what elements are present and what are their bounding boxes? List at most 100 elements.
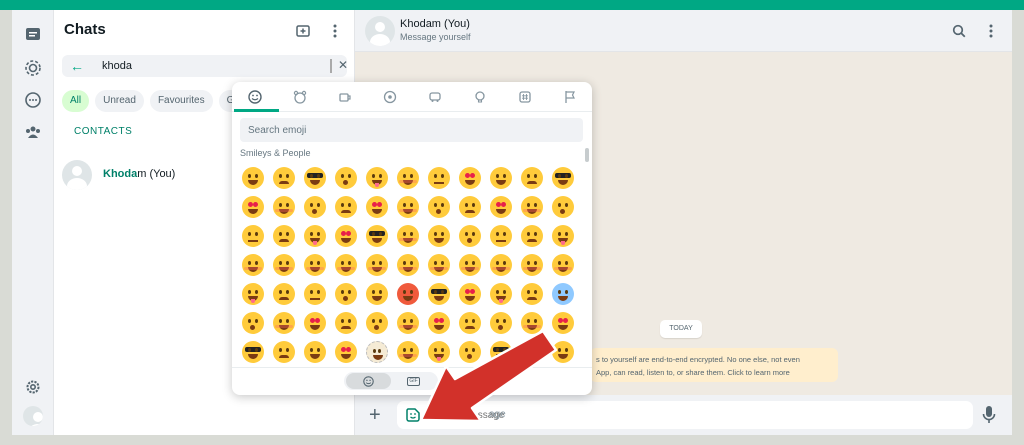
emoji-button[interactable] <box>363 193 391 220</box>
filter-chip-all[interactable]: All <box>62 90 90 112</box>
emoji-button[interactable] <box>394 309 422 336</box>
gif-tab-button[interactable]: GIF <box>391 373 436 389</box>
channels-icon[interactable] <box>21 88 45 112</box>
encryption-notice[interactable]: s to yourself are end-to-end encrypted. … <box>590 348 838 382</box>
conversation-avatar[interactable] <box>365 16 395 46</box>
emoji-button[interactable] <box>363 251 391 278</box>
emoji-button[interactable] <box>363 309 391 336</box>
emoji-button[interactable] <box>332 309 360 336</box>
emoji-button[interactable] <box>549 309 577 336</box>
menu-icon[interactable] <box>326 22 344 40</box>
emoji-button[interactable] <box>301 309 329 336</box>
emoji-button[interactable] <box>239 338 267 364</box>
emoji-button[interactable] <box>425 164 453 191</box>
emoji-button[interactable] <box>301 222 329 249</box>
emoji-button[interactable] <box>518 193 546 220</box>
new-chat-icon[interactable] <box>294 22 312 40</box>
status-icon[interactable] <box>21 56 45 80</box>
emoji-button[interactable] <box>332 164 360 191</box>
message-input[interactable] <box>431 407 951 423</box>
emoji-button[interactable] <box>270 280 298 307</box>
search-icon[interactable] <box>950 22 968 40</box>
emoji-button[interactable] <box>456 280 484 307</box>
emoji-button[interactable] <box>549 280 577 307</box>
filter-chip-unread[interactable]: Unread <box>95 90 144 112</box>
emoji-button[interactable] <box>487 222 515 249</box>
emoji-button[interactable] <box>332 280 360 307</box>
emoji-button[interactable] <box>487 251 515 278</box>
objects-icon[interactable] <box>470 88 490 106</box>
chat-search-input[interactable] <box>102 58 312 74</box>
clear-search-icon[interactable]: ✕ <box>338 58 348 72</box>
emoji-button[interactable] <box>270 338 298 364</box>
conversation-header[interactable]: Khodam (You) Message yourself <box>355 10 1012 52</box>
emoji-button[interactable] <box>301 251 329 278</box>
travel-icon[interactable] <box>425 88 445 106</box>
emoji-button[interactable] <box>456 251 484 278</box>
emoji-button[interactable] <box>425 338 453 364</box>
emoji-button[interactable] <box>518 338 546 364</box>
emoji-button[interactable] <box>549 222 577 249</box>
emoji-button[interactable] <box>425 193 453 220</box>
attach-plus-icon[interactable]: + <box>369 403 381 427</box>
emoji-scrollbar[interactable] <box>585 148 589 162</box>
emoji-button[interactable] <box>518 222 546 249</box>
conversation-menu-icon[interactable] <box>982 22 1000 40</box>
emoji-button[interactable] <box>425 309 453 336</box>
emoji-button[interactable] <box>363 164 391 191</box>
settings-icon[interactable] <box>21 375 45 399</box>
emoji-button[interactable] <box>518 280 546 307</box>
emoji-button[interactable] <box>394 222 422 249</box>
emoji-button[interactable] <box>456 338 484 364</box>
emoji-button[interactable] <box>301 338 329 364</box>
emoji-button[interactable] <box>301 280 329 307</box>
emoji-button[interactable] <box>270 309 298 336</box>
emoji-button[interactable] <box>456 193 484 220</box>
emoji-button[interactable] <box>332 222 360 249</box>
emoji-button[interactable] <box>239 309 267 336</box>
emoji-button[interactable] <box>487 193 515 220</box>
emoji-button[interactable] <box>549 338 577 364</box>
emoji-button[interactable] <box>394 338 422 364</box>
emoji-button[interactable] <box>270 251 298 278</box>
emoji-button[interactable] <box>394 280 422 307</box>
emoji-button[interactable] <box>456 222 484 249</box>
symbols-icon[interactable] <box>515 88 535 106</box>
profile-avatar[interactable] <box>21 404 45 428</box>
emoji-button[interactable] <box>487 338 515 364</box>
emoji-button[interactable] <box>549 164 577 191</box>
emoji-button[interactable] <box>239 193 267 220</box>
emoji-button[interactable] <box>332 193 360 220</box>
chats-icon[interactable] <box>21 22 45 46</box>
emoji-button[interactable] <box>270 193 298 220</box>
smileys-icon[interactable] <box>245 88 265 106</box>
emoji-button[interactable] <box>549 193 577 220</box>
emoji-button[interactable] <box>425 251 453 278</box>
emoji-button[interactable] <box>425 280 453 307</box>
emoji-button[interactable] <box>487 309 515 336</box>
communities-icon[interactable] <box>21 120 45 144</box>
sticker-icon[interactable] <box>405 407 421 423</box>
emoji-button[interactable] <box>363 222 391 249</box>
emoji-button[interactable] <box>518 309 546 336</box>
emoji-button[interactable] <box>239 280 267 307</box>
emoji-button[interactable] <box>270 164 298 191</box>
emoji-button[interactable] <box>518 164 546 191</box>
emoji-button[interactable] <box>270 222 298 249</box>
flags-icon[interactable] <box>560 88 580 106</box>
animals-icon[interactable] <box>290 88 310 106</box>
emoji-button[interactable] <box>394 251 422 278</box>
emoji-button[interactable] <box>301 193 329 220</box>
emoji-button[interactable] <box>518 251 546 278</box>
emoji-button[interactable] <box>363 280 391 307</box>
food-icon[interactable] <box>335 88 355 106</box>
back-arrow-icon[interactable]: ← <box>70 58 84 74</box>
emoji-button[interactable] <box>456 164 484 191</box>
emoji-button[interactable] <box>487 280 515 307</box>
emoji-button[interactable] <box>239 251 267 278</box>
emoji-button[interactable] <box>425 222 453 249</box>
emoji-button[interactable] <box>239 164 267 191</box>
emoji-button[interactable] <box>301 164 329 191</box>
emoji-button[interactable] <box>549 251 577 278</box>
activity-icon[interactable] <box>380 88 400 106</box>
